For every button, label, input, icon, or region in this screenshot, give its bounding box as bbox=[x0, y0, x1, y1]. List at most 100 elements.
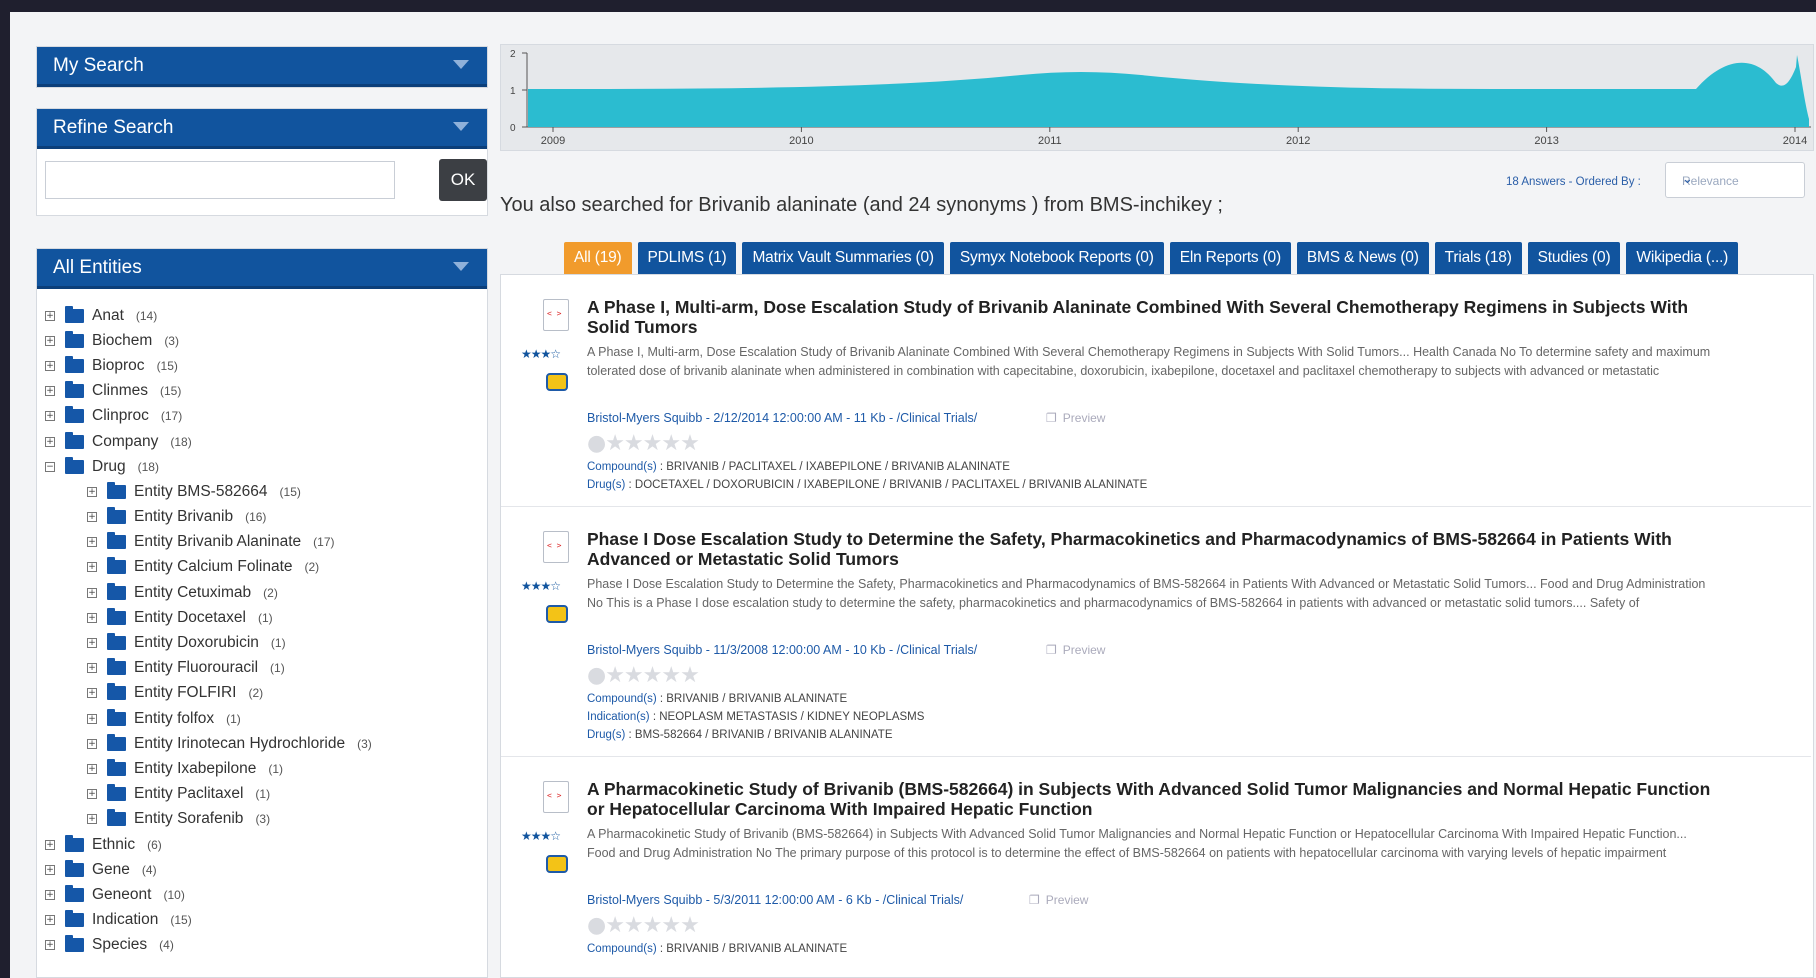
tree-item[interactable]: + Ethnic (6) bbox=[37, 832, 487, 857]
result-title[interactable]: Phase I Dose Escalation Study to Determi… bbox=[587, 529, 1727, 569]
expand-icon[interactable]: + bbox=[87, 713, 97, 724]
tree-item-label[interactable]: Entity FOLFIRI bbox=[134, 684, 237, 702]
tree-item[interactable]: + Species (4) bbox=[37, 933, 487, 958]
expand-icon[interactable]: + bbox=[87, 537, 97, 548]
chevron-down-icon[interactable] bbox=[453, 122, 469, 131]
tree-item[interactable]: + Entity Calcium Folinate (2) bbox=[37, 555, 487, 580]
tree-item-label[interactable]: Gene bbox=[92, 861, 130, 879]
tab[interactable]: Wikipedia (...) bbox=[1626, 242, 1739, 274]
tree-item[interactable]: + Entity BMS-582664 (15) bbox=[37, 479, 487, 504]
document-icon[interactable] bbox=[543, 781, 569, 813]
tree-item[interactable]: + Entity Sorafenib (3) bbox=[37, 807, 487, 832]
result-source-link[interactable]: Bristol-Myers Squibb - 2/12/2014 12:00:0… bbox=[587, 411, 977, 425]
expand-icon[interactable]: + bbox=[45, 915, 55, 926]
tree-item-label[interactable]: Entity Brivanib Alaninate bbox=[134, 533, 301, 551]
expand-icon[interactable]: + bbox=[45, 889, 55, 900]
expand-icon[interactable]: + bbox=[87, 763, 97, 774]
refine-search-input[interactable] bbox=[45, 161, 395, 199]
tab[interactable]: Symyx Notebook Reports (0) bbox=[949, 242, 1164, 274]
tab[interactable]: Matrix Vault Summaries (0) bbox=[742, 242, 944, 274]
tree-item[interactable]: + Entity Doxorubicin (1) bbox=[37, 630, 487, 655]
tab[interactable]: Trials (18) bbox=[1434, 242, 1522, 274]
expand-icon[interactable]: + bbox=[87, 663, 97, 674]
all-entities-header[interactable]: All Entities bbox=[37, 249, 487, 289]
chevron-down-icon[interactable] bbox=[453, 60, 469, 69]
refine-search-header[interactable]: Refine Search bbox=[37, 109, 487, 149]
expand-icon[interactable]: + bbox=[45, 411, 55, 422]
tree-item-label[interactable]: Drug bbox=[92, 458, 126, 476]
expand-icon[interactable]: + bbox=[87, 486, 97, 497]
tree-item[interactable]: + Clinmes (15) bbox=[37, 379, 487, 404]
tree-item[interactable]: + Entity Ixabepilone (1) bbox=[37, 756, 487, 781]
tree-item-label[interactable]: Biochem bbox=[92, 332, 152, 350]
tree-item-label[interactable]: Entity Paclitaxel bbox=[134, 785, 243, 803]
chevron-down-icon[interactable] bbox=[453, 262, 469, 271]
tab[interactable]: Eln Reports (0) bbox=[1169, 242, 1291, 274]
tree-item[interactable]: + Geneont (10) bbox=[37, 882, 487, 907]
tree-item[interactable]: + Entity Paclitaxel (1) bbox=[37, 782, 487, 807]
tree-item-label[interactable]: Entity Doxorubicin bbox=[134, 634, 259, 652]
tree-item[interactable]: + Clinproc (17) bbox=[37, 404, 487, 429]
order-by-select[interactable]: Relevance ⌄ bbox=[1665, 162, 1805, 198]
tree-item[interactable]: + Anat (14) bbox=[37, 303, 487, 328]
tree-item-label[interactable]: Entity Irinotecan Hydrochloride bbox=[134, 735, 345, 753]
tree-item-label[interactable]: Entity Ixabepilone bbox=[134, 760, 256, 778]
expand-icon[interactable]: + bbox=[87, 789, 97, 800]
expand-icon[interactable]: + bbox=[45, 335, 55, 346]
tree-item[interactable]: + Entity folfox (1) bbox=[37, 706, 487, 731]
meta-key[interactable]: Compound(s) bbox=[587, 943, 657, 955]
expand-icon[interactable]: + bbox=[87, 587, 97, 598]
meta-key[interactable]: Indication(s) bbox=[587, 711, 650, 723]
collapse-icon[interactable]: − bbox=[45, 461, 55, 472]
expand-icon[interactable]: + bbox=[45, 360, 55, 371]
tab[interactable]: Studies (0) bbox=[1527, 242, 1621, 274]
tree-item-label[interactable]: Entity Fluorouracil bbox=[134, 659, 258, 677]
tree-item[interactable]: + Indication (15) bbox=[37, 908, 487, 933]
tab[interactable]: BMS & News (0) bbox=[1296, 242, 1429, 274]
preview-link[interactable]: ❐ Preview bbox=[1046, 411, 1105, 425]
tree-item[interactable]: + Biochem (3) bbox=[37, 328, 487, 353]
document-icon[interactable] bbox=[543, 531, 569, 563]
tree-item[interactable]: − Drug (18) bbox=[37, 454, 487, 479]
tree-item-label[interactable]: Entity Cetuximab bbox=[134, 584, 251, 602]
document-icon[interactable] bbox=[543, 299, 569, 331]
tree-item-label[interactable]: Entity BMS-582664 bbox=[134, 483, 268, 501]
meta-key[interactable]: Compound(s) bbox=[587, 693, 657, 705]
tree-item-label[interactable]: Clinmes bbox=[92, 382, 148, 400]
tree-item-label[interactable]: Ethnic bbox=[92, 836, 135, 854]
expand-icon[interactable]: + bbox=[45, 386, 55, 397]
tree-item[interactable]: + Entity Irinotecan Hydrochloride (3) bbox=[37, 731, 487, 756]
result-title[interactable]: A Pharmacokinetic Study of Brivanib (BMS… bbox=[587, 779, 1727, 819]
my-search-header[interactable]: My Search bbox=[37, 47, 487, 87]
expand-icon[interactable]: + bbox=[87, 638, 97, 649]
tab[interactable]: PDLIMS (1) bbox=[637, 242, 737, 274]
expand-icon[interactable]: + bbox=[87, 512, 97, 523]
meta-key[interactable]: Drug(s) bbox=[587, 729, 625, 741]
tree-item[interactable]: + Entity Brivanib (16) bbox=[37, 505, 487, 530]
ok-button[interactable]: OK bbox=[439, 159, 487, 201]
expand-icon[interactable]: + bbox=[45, 436, 55, 447]
tree-item-label[interactable]: Bioproc bbox=[92, 357, 145, 375]
meta-key[interactable]: Compound(s) bbox=[587, 461, 657, 473]
tree-item-label[interactable]: Indication bbox=[92, 911, 158, 929]
tree-item[interactable]: + Entity Docetaxel (1) bbox=[37, 605, 487, 630]
tree-item-label[interactable]: Entity Docetaxel bbox=[134, 609, 246, 627]
rating-stars[interactable]: ●★★★★★ bbox=[587, 431, 700, 456]
tree-item[interactable]: + Company (18) bbox=[37, 429, 487, 454]
rating-stars[interactable]: ●★★★★★ bbox=[587, 913, 700, 938]
tab[interactable]: All (19) bbox=[564, 242, 632, 274]
result-source-link[interactable]: Bristol-Myers Squibb - 5/3/2011 12:00:00… bbox=[587, 893, 963, 907]
tree-item-label[interactable]: Entity Sorafenib bbox=[134, 810, 243, 828]
tree-item-label[interactable]: Clinproc bbox=[92, 407, 149, 425]
expand-icon[interactable]: + bbox=[87, 814, 97, 825]
tree-item[interactable]: + Entity Cetuximab (2) bbox=[37, 580, 487, 605]
tree-item-label[interactable]: Anat bbox=[92, 307, 124, 325]
tree-item[interactable]: + Gene (4) bbox=[37, 857, 487, 882]
tree-item-label[interactable]: Species bbox=[92, 936, 147, 954]
rating-stars[interactable]: ●★★★★★ bbox=[587, 663, 700, 688]
expand-icon[interactable]: + bbox=[87, 738, 97, 749]
tree-item-label[interactable]: Geneont bbox=[92, 886, 151, 904]
result-title[interactable]: A Phase I, Multi-arm, Dose Escalation St… bbox=[587, 297, 1727, 337]
expand-icon[interactable]: + bbox=[45, 940, 55, 951]
tree-item[interactable]: + Entity Brivanib Alaninate (17) bbox=[37, 530, 487, 555]
